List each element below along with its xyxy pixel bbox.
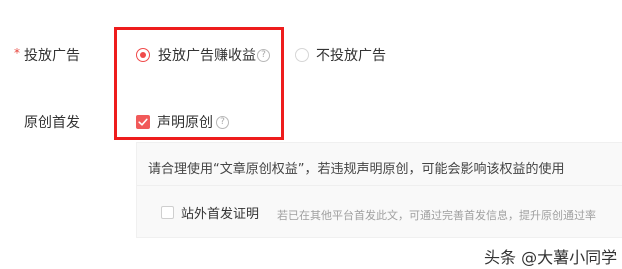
offsite-proof-label: 站外首发证明 (181, 207, 260, 222)
checkbox-checked-icon[interactable] (136, 115, 150, 129)
help-icon[interactable]: ? (216, 116, 229, 129)
radio-selected-icon[interactable] (136, 48, 150, 62)
offsite-proof-hint: 若已在其他平台首发此文，可通过完善首发信息，提升原创通过率 (277, 209, 596, 222)
required-mark: * (14, 46, 20, 60)
original-notice-text: 请合理使用“文章原创权益”，若违规声明原创，可能会影响该权益的使用 (148, 162, 565, 177)
original-notice-panel: 请合理使用“文章原创权益”，若违规声明原创，可能会影响该权益的使用 站外首发证明… (136, 142, 622, 238)
radio-unselected-icon[interactable] (295, 48, 309, 62)
radio-option-show-ads[interactable]: 投放广告赚收益 ? (136, 45, 276, 65)
watermark: 头条 @大薯小同学 (484, 248, 618, 267)
original-field-label: 原创首发 (24, 115, 80, 131)
radio-option-no-ads[interactable]: 不投放广告 (295, 45, 395, 65)
help-icon[interactable]: ? (257, 49, 270, 62)
checkbox-unchecked-icon[interactable] (161, 206, 174, 219)
offsite-proof-checkbox[interactable]: 站外首发证明 (161, 203, 271, 223)
radio-option-label: 投放广告赚收益 (158, 48, 256, 64)
ad-field-label: 投放广告 (24, 48, 80, 64)
radio-option-label: 不投放广告 (316, 48, 386, 64)
checkbox-label: 声明原创 (157, 115, 213, 131)
declare-original-checkbox[interactable]: 声明原创 ? (136, 112, 236, 132)
divider (137, 185, 622, 186)
